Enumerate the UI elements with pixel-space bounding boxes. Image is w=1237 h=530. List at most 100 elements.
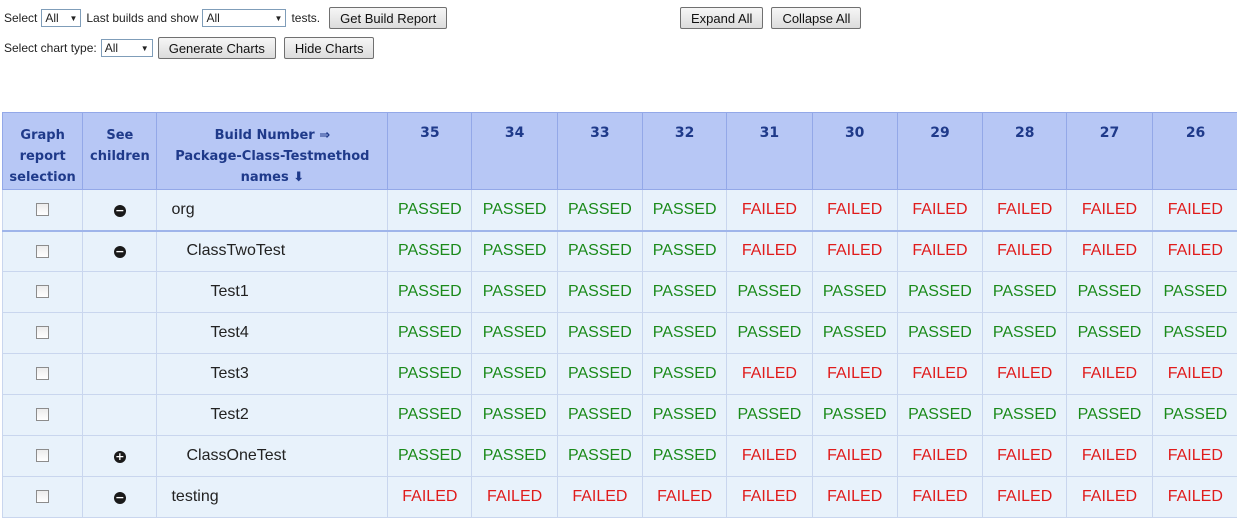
graph-selection-checkbox[interactable]	[36, 285, 50, 299]
test-name-cell: Test1	[156, 271, 389, 313]
get-build-report-button[interactable]: Get Build Report	[329, 7, 448, 29]
table-row: Test2 PASSED PASSED PASSED PASSED PASSED PASSE…	[1, 394, 1237, 436]
build-status-cell: FAILED	[471, 476, 558, 518]
header-children-line2: children	[90, 149, 150, 164]
show-tests-select[interactable]: All ▼	[202, 9, 287, 27]
build-status-cell: PASSED	[642, 312, 728, 354]
build-status-cell: PASSED	[1066, 394, 1153, 436]
table-row: − ClassTwoTest PASSED PASSED PASSED PASSED FAI…	[1, 230, 1237, 272]
build-report-table: Graph report selection See children Buil…	[1, 112, 1237, 518]
expand-plus-icon[interactable]: +	[113, 451, 126, 463]
build-status-cell: FAILED	[811, 353, 898, 395]
build-status-cell: FAILED	[896, 353, 984, 395]
graph-selection-cell	[1, 394, 84, 436]
graph-selection-checkbox[interactable]	[36, 203, 50, 217]
table-header-row: Graph report selection See children Buil…	[1, 112, 1237, 190]
build-status-cell: PASSED	[556, 394, 644, 436]
expand-collapse-group: Expand All Collapse All	[680, 7, 869, 29]
build-column-header: 26	[1151, 112, 1237, 190]
build-status-cell: FAILED	[726, 353, 813, 395]
graph-selection-checkbox[interactable]	[36, 449, 50, 463]
build-column-header: 33	[556, 112, 644, 190]
build-status-cell: PASSED	[642, 271, 728, 313]
build-status-cell: FAILED	[642, 476, 728, 518]
collapse-minus-icon[interactable]: −	[113, 204, 126, 217]
see-children-cell	[82, 353, 158, 395]
header-build-line1: Build Number ⇒	[214, 128, 331, 143]
hide-charts-button[interactable]: Hide Charts	[283, 37, 375, 59]
build-column-header: 34	[471, 112, 558, 190]
build-status-cell: PASSED	[1066, 312, 1153, 354]
build-status-cell: FAILED	[811, 230, 898, 272]
chart-type-select[interactable]: All ▼	[100, 39, 153, 57]
build-status-cell: PASSED	[1151, 312, 1237, 354]
graph-selection-cell	[1, 189, 84, 232]
build-status-cell: PASSED	[556, 353, 644, 395]
header-graph-selection: Graph report selection	[1, 112, 84, 190]
build-status-cell: FAILED	[1151, 230, 1237, 272]
chart-type-value: All	[104, 41, 119, 55]
graph-selection-cell	[1, 435, 84, 477]
build-status-cell: FAILED	[1066, 435, 1153, 477]
build-column-header: 30	[811, 112, 898, 190]
build-status-cell: PASSED	[471, 435, 558, 477]
header-graph-line3: selection	[9, 170, 76, 185]
build-status-cell: FAILED	[556, 476, 644, 518]
test-name-cell: ClassTwoTest	[156, 230, 389, 272]
build-status-cell: PASSED	[471, 312, 558, 354]
build-status-cell: PASSED	[556, 312, 644, 354]
builds-count-select[interactable]: All ▼	[41, 9, 82, 27]
graph-selection-checkbox[interactable]	[36, 244, 50, 258]
build-status-cell: PASSED	[726, 312, 813, 354]
build-status-cell: PASSED	[556, 230, 644, 272]
build-status-cell: FAILED	[982, 476, 1068, 518]
graph-selection-checkbox[interactable]	[36, 367, 50, 381]
build-status-cell: PASSED	[642, 189, 728, 232]
build-status-cell: PASSED	[471, 353, 558, 395]
chevron-down-icon: ▼	[274, 13, 283, 23]
build-status-cell: PASSED	[387, 394, 473, 436]
build-status-cell: FAILED	[1151, 353, 1237, 395]
build-column-header: 29	[896, 112, 984, 190]
graph-selection-checkbox[interactable]	[36, 326, 50, 340]
graph-selection-cell	[1, 312, 84, 354]
build-status-cell: PASSED	[471, 189, 558, 232]
graph-selection-checkbox[interactable]	[36, 408, 50, 422]
see-children-cell	[82, 394, 158, 436]
build-status-cell: PASSED	[387, 271, 473, 313]
build-status-cell: PASSED	[471, 271, 558, 313]
build-column-header: 32	[642, 112, 728, 190]
last-builds-label: Last builds and show	[86, 11, 199, 25]
expand-all-button[interactable]: Expand All	[680, 7, 764, 29]
build-status-cell: PASSED	[387, 230, 473, 272]
select-label: Select	[4, 11, 38, 25]
header-graph-line2: report	[19, 149, 66, 164]
collapse-minus-icon[interactable]: −	[113, 246, 126, 259]
build-status-cell: PASSED	[811, 271, 898, 313]
build-status-cell: FAILED	[982, 189, 1068, 232]
see-children-cell: −	[82, 230, 158, 272]
graph-selection-cell	[1, 353, 84, 395]
build-status-cell: FAILED	[982, 230, 1068, 272]
collapse-minus-icon[interactable]: −	[113, 492, 126, 504]
see-children-cell: +	[82, 435, 158, 477]
build-status-cell: PASSED	[982, 394, 1068, 436]
graph-selection-checkbox[interactable]	[36, 490, 50, 504]
build-report-controls: Select All ▼ Last builds and show All ▼ …	[4, 7, 455, 29]
build-status-cell: FAILED	[1066, 189, 1153, 232]
builds-count-value: All	[45, 11, 59, 25]
build-column-header: 31	[726, 112, 813, 190]
build-column-header: 27	[1066, 112, 1153, 190]
header-build-number[interactable]: Build Number ⇒ Package-Class-Testmethod …	[156, 112, 389, 190]
table-row: + ClassOneTest PASSED PASSED PASSED PASSED FAI…	[1, 435, 1237, 477]
build-status-cell: FAILED	[1066, 476, 1153, 518]
table-row: − org PASSED PASSED PASSED PASSED FAILED FAILED…	[1, 189, 1237, 232]
build-status-cell: FAILED	[896, 189, 984, 232]
build-status-cell: FAILED	[387, 476, 473, 518]
build-status-cell: FAILED	[1066, 230, 1153, 272]
report-body: − org PASSED PASSED PASSED PASSED FAILED FAILED…	[1, 189, 1237, 518]
generate-charts-button[interactable]: Generate Charts	[157, 37, 276, 59]
build-status-cell: PASSED	[1066, 271, 1153, 313]
collapse-all-button[interactable]: Collapse All	[771, 7, 862, 29]
build-status-cell: PASSED	[556, 189, 644, 232]
